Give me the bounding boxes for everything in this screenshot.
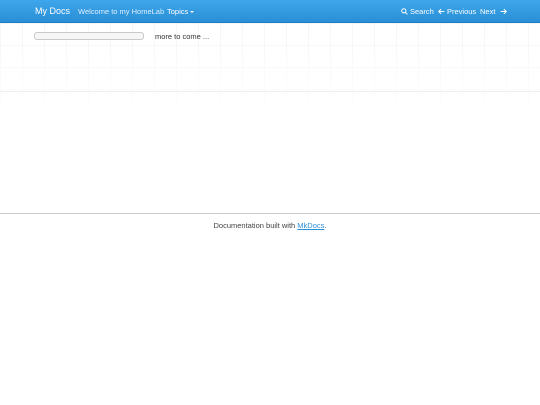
toc-search-box[interactable] [34,32,144,40]
arrow-left-icon [438,8,445,17]
next-label: Next [480,7,496,16]
previous-label: Previous [447,7,477,16]
search-icon [401,7,408,17]
footer-suffix: . [324,221,327,230]
footer-prefix: Documentation built with [213,221,298,230]
top-navbar: My Docs Welcome to my HomeLab Topics Sea… [0,0,540,23]
next-button[interactable]: Next [480,7,507,17]
search-label: Search [410,7,434,16]
footer-divider [0,213,540,214]
nav-welcome-link[interactable]: Welcome to my HomeLab [78,7,164,16]
topics-label: Topics [167,7,189,16]
brand-link[interactable]: My Docs [35,6,70,16]
content-divider [0,91,540,92]
search-button[interactable]: Search [401,7,434,17]
topics-dropdown[interactable]: Topics [167,7,195,16]
caret-down-icon [190,11,195,14]
mkdocs-link[interactable]: MkDocs [297,221,324,230]
previous-button[interactable]: Previous [438,7,476,17]
arrow-right-icon [500,8,507,17]
footer: Documentation built with MkDocs. [0,221,540,230]
page-content-text: more to come ... [155,32,210,41]
